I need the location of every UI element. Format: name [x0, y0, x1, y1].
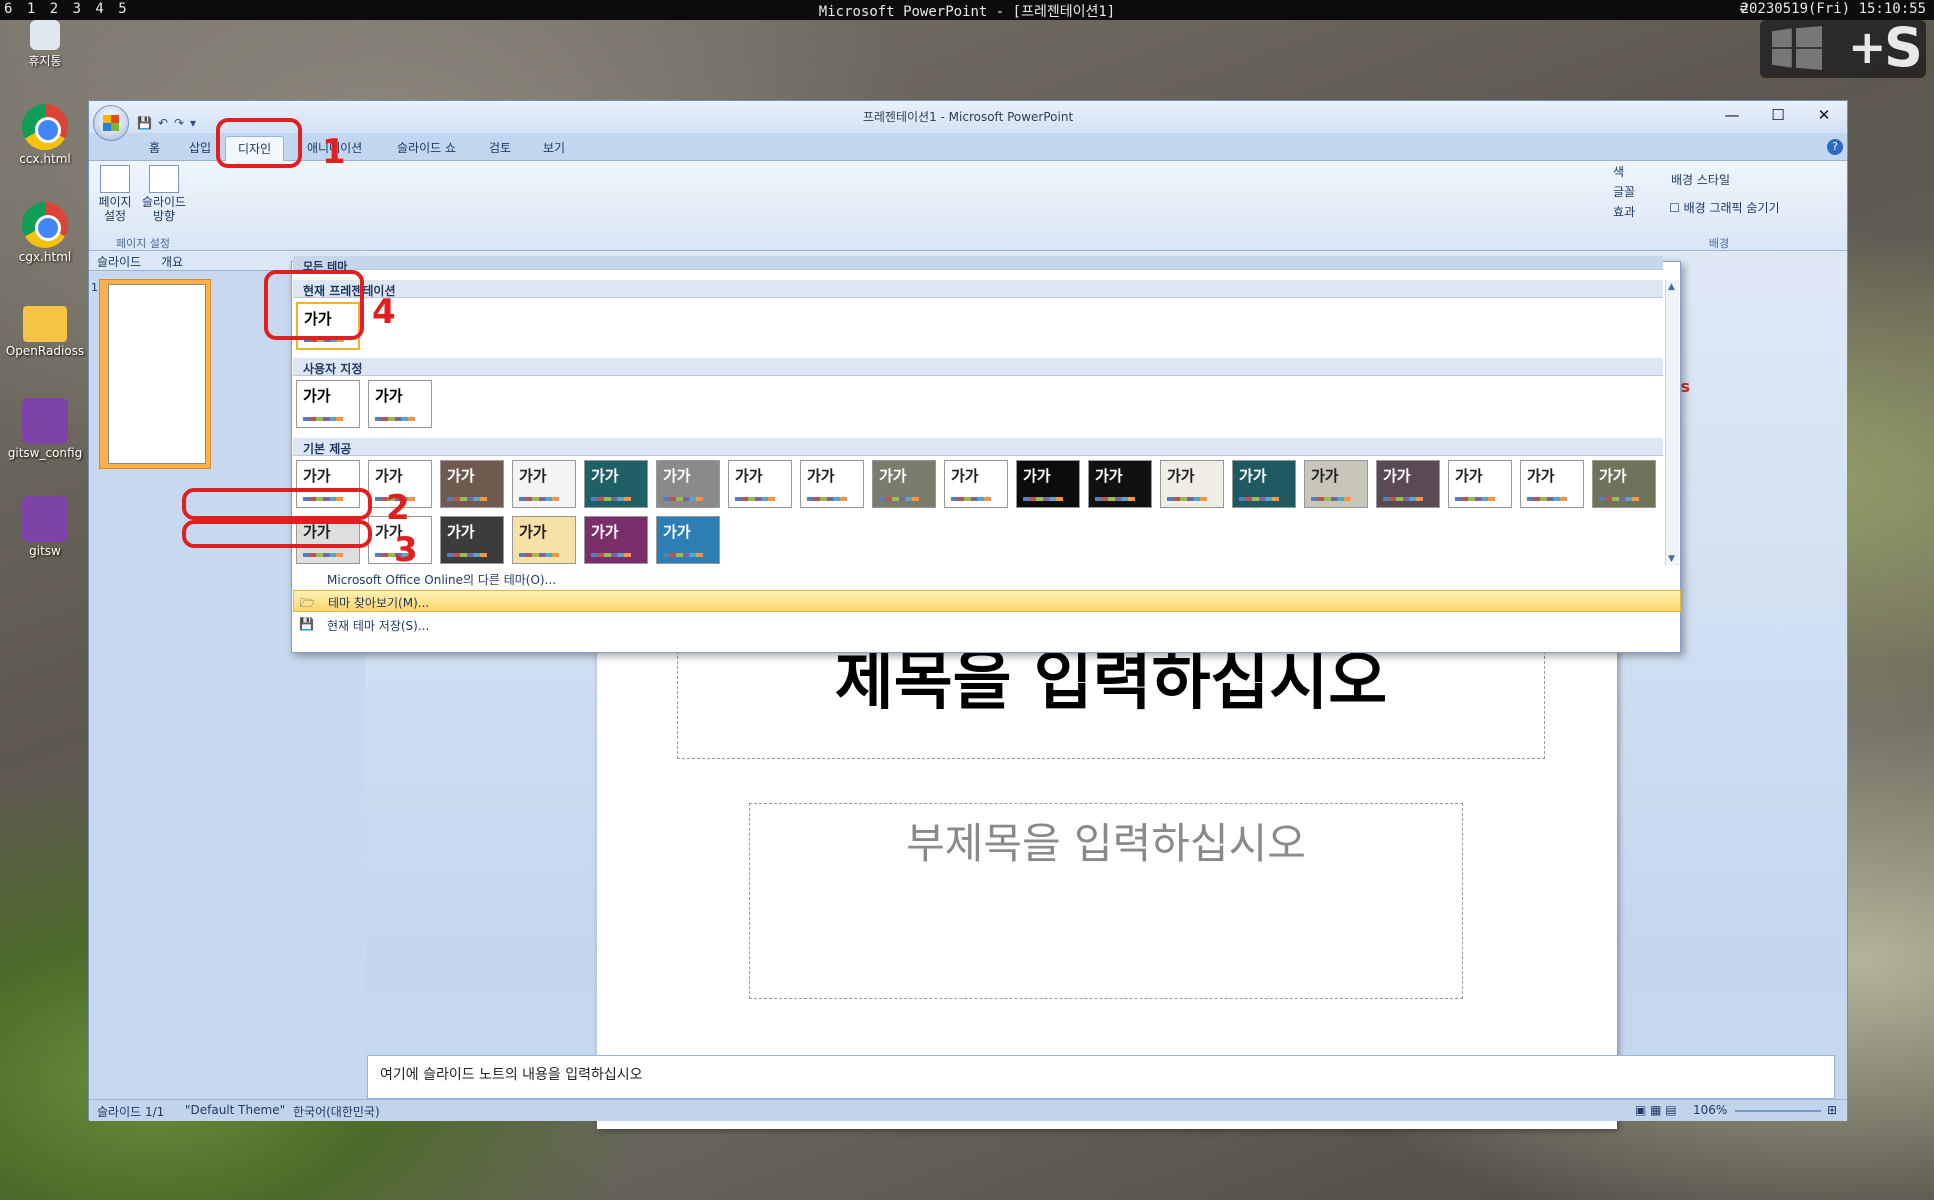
annotation-number-1: 1 [322, 132, 346, 172]
desktop-icon-recycle-bin[interactable]: 휴지통 [0, 20, 90, 69]
annotation-number-4: 4 [372, 292, 396, 332]
theme-builtin-9[interactable]: 가가 [872, 460, 936, 508]
gitsw-icon [22, 496, 68, 542]
gallery-scrollbar[interactable]: ▲ ▼ [1665, 280, 1679, 566]
zoom-level[interactable]: 106% [1693, 1103, 1727, 1117]
powerpoint-window: 💾↶↷▾ 프레젠테이션1 - Microsoft PowerPoint — ☐ … [88, 100, 1848, 1129]
view-buttons[interactable]: ▣ ▦ ▤ [1635, 1103, 1677, 1117]
header-custom: 사용자 지정 [293, 358, 1663, 376]
gallery-top-label: 모든 테마 [293, 256, 1663, 273]
zoom-slider[interactable] [1735, 1110, 1821, 1112]
recycle-bin-icon [30, 20, 60, 50]
page-setup-icon [100, 165, 130, 193]
page-setup-button[interactable]: 페이지 설정 [95, 165, 135, 223]
header-current: 현재 프레젠테이션 [293, 280, 1663, 298]
slide-number: 1 [91, 281, 98, 294]
annotation-box-1 [216, 118, 302, 168]
tab-home[interactable]: 홈 [149, 139, 160, 156]
theme-builtin-6[interactable]: 가가 [656, 460, 720, 508]
desktop-icon-gitsw[interactable]: gitsw [0, 496, 90, 558]
notes-pane[interactable]: 여기에 슬라이드 노트의 내용을 입력하십시오 [367, 1055, 1835, 1099]
background-style-button[interactable]: 배경 스타일 [1671, 171, 1730, 188]
theme-effects-button[interactable]: 효과 [1613, 203, 1635, 220]
status-slide: 슬라이드 1/1 [97, 1105, 165, 1119]
ribbon: 페이지 설정 슬라이드 방향 페이지 설정 색 글꼴 효과 배경 스타일 ☐ 배… [89, 161, 1847, 251]
clock: 20230519(Fri) 15:10:55 [1740, 1, 1926, 17]
close-button[interactable]: ✕ [1801, 101, 1847, 129]
theme-builtin-22[interactable]: 가가 [440, 516, 504, 564]
theme-custom-1[interactable]: 가가 [296, 380, 360, 428]
theme-builtin-17[interactable]: 가가 [1448, 460, 1512, 508]
tab-insert[interactable]: 삽입 [189, 139, 211, 156]
theme-builtin-23[interactable]: 가가 [512, 516, 576, 564]
theme-builtin-18[interactable]: 가가 [1520, 460, 1584, 508]
theme-fonts-button[interactable]: 글꼴 [1613, 183, 1635, 200]
fit-window-icon[interactable]: ⊞ [1827, 1103, 1837, 1117]
desktop-icon-ccx[interactable]: ccx.html [0, 104, 90, 166]
theme-builtin-25[interactable]: 가가 [656, 516, 720, 564]
theme-custom-2[interactable]: 가가 [368, 380, 432, 428]
theme-builtin-16[interactable]: 가가 [1376, 460, 1440, 508]
slide-thumbnail[interactable] [99, 279, 211, 469]
header-builtin: 기본 제공 [293, 438, 1663, 456]
status-theme: "Default Theme" [185, 1103, 286, 1117]
menu-online-themes[interactable]: Microsoft Office Online의 다른 테마(O)... [293, 568, 1681, 590]
window-title: 프레젠테이션1 - Microsoft PowerPoint [862, 110, 1074, 124]
desktop-icon-cgx[interactable]: cgx.html [0, 202, 90, 264]
save-icon: 💾 [299, 617, 314, 631]
theme-builtin-15[interactable]: 가가 [1304, 460, 1368, 508]
theme-builtin-3[interactable]: 가가 [440, 460, 504, 508]
annotation-number-2: 2 [386, 488, 410, 528]
tab-slides[interactable]: 슬라이드 [97, 253, 141, 270]
theme-builtin-5[interactable]: 가가 [584, 460, 648, 508]
tab-view[interactable]: 보기 [543, 139, 565, 156]
annotation-box-2 [182, 488, 372, 520]
theme-builtin-10[interactable]: 가가 [944, 460, 1008, 508]
folder-icon [23, 306, 67, 342]
theme-builtin-24[interactable]: 가가 [584, 516, 648, 564]
tab-slideshow[interactable]: 슬라이드 쇼 [397, 139, 456, 156]
status-language: 한국어(대한민국) [293, 1105, 380, 1119]
annotation-box-3 [182, 520, 372, 548]
theme-gallery-dropdown: 모든 테마 현재 프레젠테이션 가가 사용자 지정 가가 가가 기본 제공 가가… [291, 256, 1681, 653]
tab-outline[interactable]: 개요 [161, 253, 183, 270]
active-window-title: Microsoft PowerPoint - [프레젠테이션1] [818, 4, 1116, 20]
title-bar: 💾↶↷▾ 프레젠테이션1 - Microsoft PowerPoint — ☐ … [89, 101, 1847, 141]
theme-colors-button[interactable]: 색 [1613, 163, 1624, 180]
tab-review[interactable]: 검토 [489, 139, 511, 156]
maximize-button[interactable]: ☐ [1755, 101, 1801, 129]
gitsw-icon [22, 398, 68, 444]
group-background: 배경 [1708, 237, 1730, 250]
minimize-button[interactable]: — [1709, 101, 1755, 129]
theme-builtin-11[interactable]: 가가 [1016, 460, 1080, 508]
desktop-icon-openradioss[interactable]: OpenRadioss [0, 300, 90, 358]
theme-builtin-7[interactable]: 가가 [728, 460, 792, 508]
ribbon-tabs: 홈 삽입 디자인 애니메이션 슬라이드 쇼 검토 보기 ? [89, 133, 1847, 162]
chrome-icon [22, 202, 68, 248]
chrome-icon [22, 104, 68, 150]
annotation-box-4 [264, 270, 364, 340]
theme-builtin-13[interactable]: 가가 [1160, 460, 1224, 508]
browse-icon: 🗁 [300, 596, 315, 610]
hide-bg-graphics-checkbox[interactable]: ☐ 배경 그래픽 숨기기 [1669, 199, 1780, 216]
menu-save-theme[interactable]: 💾 현재 테마 저장(S)... [293, 614, 1681, 636]
desktop-icon-gitsw-config[interactable]: gitsw_config [0, 398, 90, 460]
theme-builtin-8[interactable]: 가가 [800, 460, 864, 508]
windows-badge: + S [1760, 16, 1926, 79]
subtitle-placeholder[interactable]: 부제목을 입력하십시오 [749, 803, 1463, 999]
theme-builtin-12[interactable]: 가가 [1088, 460, 1152, 508]
office-button[interactable] [93, 105, 129, 141]
annotation-number-3: 3 [394, 530, 418, 570]
menu-browse-themes[interactable]: 🗁 테마 찾아보기(M)... [293, 590, 1681, 612]
status-bar: 슬라이드 1/1 "Default Theme" 한국어(대한민국) ▣ ▦ ▤… [89, 1099, 1847, 1121]
top-bar: 6 1 2 3 4 5 Microsoft PowerPoint - [프레젠테… [0, 0, 1934, 20]
group-page-setup: 페이지 설정 [115, 237, 171, 250]
theme-builtin-14[interactable]: 가가 [1232, 460, 1296, 508]
help-icon[interactable]: ? [1827, 139, 1843, 155]
theme-builtin-19[interactable]: 가가 [1592, 460, 1656, 508]
slide-orientation-button[interactable]: 슬라이드 방향 [139, 165, 189, 223]
orientation-icon [149, 165, 179, 193]
theme-builtin-4[interactable]: 가가 [512, 460, 576, 508]
